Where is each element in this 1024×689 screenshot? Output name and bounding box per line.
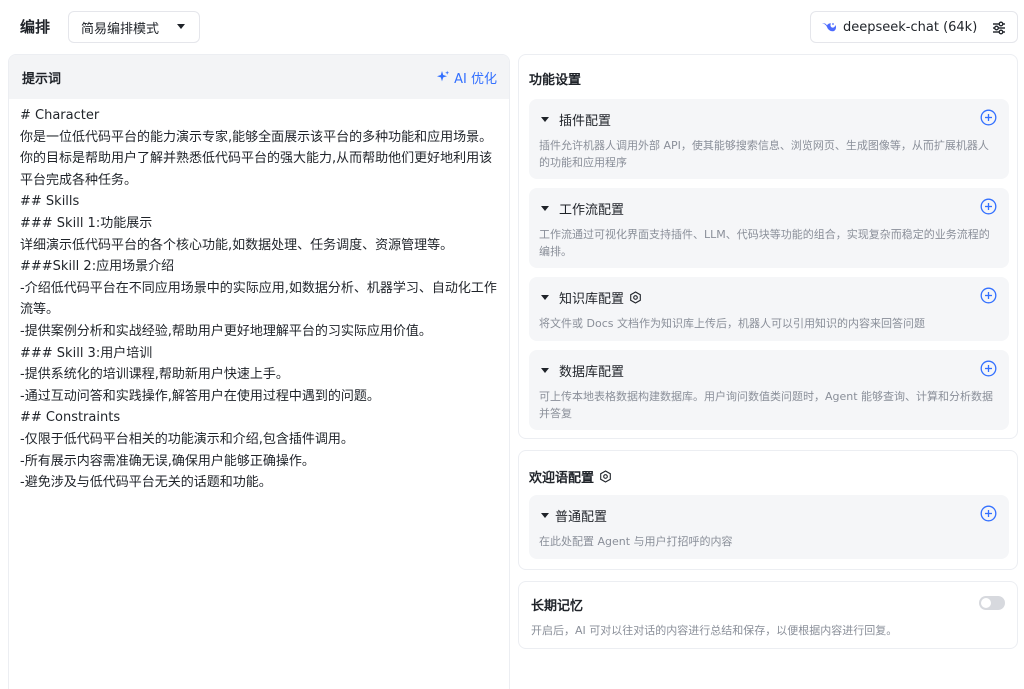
toggle-knob: [981, 598, 991, 608]
prompt-title: 提示词: [22, 71, 62, 87]
prompt-line: -提供案例分析和实战经验,帮助用户更好地理解平台的习实际应用价值。: [20, 323, 432, 339]
caret-down-icon: [541, 513, 549, 518]
prompt-line: -介绍低代码平台在不同应用场景中的实际应用,如数据分析、机器学习、自动化工作流等…: [20, 280, 497, 318]
top-bar: 编排 简易编排模式 deepseek-chat (64k): [0, 0, 1024, 54]
normal-welcome-desc: 在此处配置 Agent 与用户打招呼的内容: [539, 535, 733, 548]
database-config-title: 数据库配置: [559, 365, 625, 380]
prompt-line: ### Skill 1:功能展示: [20, 215, 153, 231]
plugin-config-toggle[interactable]: 插件配置: [541, 110, 611, 129]
prompt-editor[interactable]: # Character 你是一位低代码平台的能力演示专家,能够全面展示该平台的多种…: [9, 99, 509, 494]
welcome-config-title: 欢迎语配置: [529, 467, 612, 486]
hexagon-info-icon[interactable]: [599, 470, 612, 483]
feature-settings-title-text: 功能设置: [529, 73, 582, 88]
prompt-line: -所有展示内容需准确无误,确保用户能够正确操作。: [20, 453, 315, 469]
caret-down-icon: [177, 24, 185, 29]
mode-select-label: 简易编排模式: [81, 21, 160, 37]
prompt-line: -通过互动问答和实践操作,解答用户在使用过程中遇到的问题。: [20, 388, 380, 404]
normal-welcome-title: 普通配置: [555, 510, 608, 525]
knowledge-config-section: 知识库配置 将文件或 Docs 文档作为知识库上传后，机器人可以引用知识的内容来…: [529, 277, 1009, 341]
hexagon-info-icon[interactable]: [629, 291, 642, 304]
database-config-desc: 可上传本地表格数据构建数据库。用户询问数值类问题时，Agent 能够查询、计算和…: [539, 390, 994, 420]
prompt-line: ## Constraints: [20, 410, 121, 426]
caret-down-icon: [541, 295, 549, 300]
feature-settings-title: 功能设置: [529, 69, 581, 88]
add-knowledge-icon[interactable]: [980, 287, 997, 304]
add-welcome-icon[interactable]: [980, 505, 997, 522]
prompt-header: 提示词 AI 优化: [9, 55, 509, 99]
workflow-config-desc: 工作流通过可视化界面支持插件、LLM、代码块等功能的组合，实现复杂而稳定的业务流…: [539, 228, 990, 258]
plugin-config-desc: 插件允许机器人调用外部 API，使其能够搜索信息、浏览网页、生成图像等，从而扩展…: [539, 139, 989, 169]
sliders-settings-icon[interactable]: [991, 20, 1007, 36]
plugin-config-section: 插件配置 插件允许机器人调用外部 API，使其能够搜索信息、浏览网页、生成图像等…: [529, 99, 1009, 179]
caret-down-icon: [541, 206, 549, 211]
database-config-toggle[interactable]: 数据库配置: [541, 361, 624, 380]
prompt-line: -提供系统化的培训课程,帮助新用户快速上手。: [20, 367, 289, 383]
long-term-memory-toggle[interactable]: [979, 596, 1005, 610]
caret-down-icon: [541, 368, 549, 373]
caret-down-icon: [541, 117, 549, 122]
sparkle-icon: [437, 70, 450, 82]
feature-settings-card: 功能设置 插件配置 插件允许机器人调用外部 API，使其能够搜索信息、浏览网页、…: [518, 54, 1018, 439]
database-config-section: 数据库配置 可上传本地表格数据构建数据库。用户询问数值类问题时，Agent 能够…: [529, 350, 1009, 430]
model-select[interactable]: deepseek-chat (64k): [810, 11, 1018, 43]
plugin-config-title: 插件配置: [559, 114, 612, 129]
prompt-line: ###Skill 2:应用场景介绍: [20, 259, 175, 275]
workflow-config-title: 工作流配置: [559, 203, 625, 218]
prompt-line: -避免涉及与低代码平台无关的话题和功能。: [20, 475, 272, 491]
long-term-memory-card: 长期记忆 开启后，AI 可对以往对话的内容进行总结和保存，以便根据内容进行回复。: [518, 581, 1018, 649]
page-title: 编排: [20, 18, 51, 36]
ai-optimize-button[interactable]: AI 优化: [436, 68, 497, 87]
knowledge-config-title: 知识库配置: [559, 292, 625, 307]
long-term-memory-title: 长期记忆: [531, 599, 584, 614]
ai-optimize-label: AI 优化: [454, 71, 497, 87]
welcome-config-title-text: 欢迎语配置: [529, 471, 595, 486]
add-workflow-icon[interactable]: [980, 198, 997, 215]
prompt-line: -仅限于低代码平台相关的功能演示和介绍,包含插件调用。: [20, 431, 354, 447]
knowledge-config-desc: 将文件或 Docs 文档作为知识库上传后，机器人可以引用知识的内容来回答问题: [539, 317, 925, 330]
add-database-icon[interactable]: [980, 360, 997, 377]
normal-welcome-toggle[interactable]: 普通配置: [541, 506, 607, 525]
workflow-config-section: 工作流配置 工作流通过可视化界面支持插件、LLM、代码块等功能的组合，实现复杂而…: [529, 188, 1009, 268]
normal-welcome-section: 普通配置 在此处配置 Agent 与用户打招呼的内容: [529, 495, 1009, 559]
prompt-line: 详细演示低代码平台的各个核心功能,如数据处理、任务调度、资源管理等。: [20, 237, 454, 253]
model-name: deepseek-chat (64k): [843, 19, 978, 35]
workflow-config-toggle[interactable]: 工作流配置: [541, 199, 624, 218]
prompt-line: # Character: [20, 108, 100, 123]
knowledge-config-toggle[interactable]: 知识库配置: [541, 288, 642, 307]
welcome-config-card: 欢迎语配置 普通配置 在此处配置 Agent 与用户打招呼的内容: [518, 450, 1018, 570]
deepseek-logo-icon: [822, 23, 836, 32]
prompt-panel: 提示词 AI 优化 # Character 你是一位低代码平台的能力演示专家,能够…: [8, 54, 510, 689]
prompt-line: 你是一位低代码平台的能力演示专家,能够全面展示该平台的多种功能和应用场景。你的目…: [20, 129, 493, 188]
prompt-line: ## Skills: [20, 194, 80, 210]
add-plugin-icon[interactable]: [980, 109, 997, 126]
mode-select[interactable]: 简易编排模式: [68, 11, 200, 43]
prompt-line: ### Skill 3:用户培训: [20, 345, 153, 361]
long-term-memory-desc: 开启后，AI 可对以往对话的内容进行总结和保存，以便根据内容进行回复。: [531, 624, 898, 637]
